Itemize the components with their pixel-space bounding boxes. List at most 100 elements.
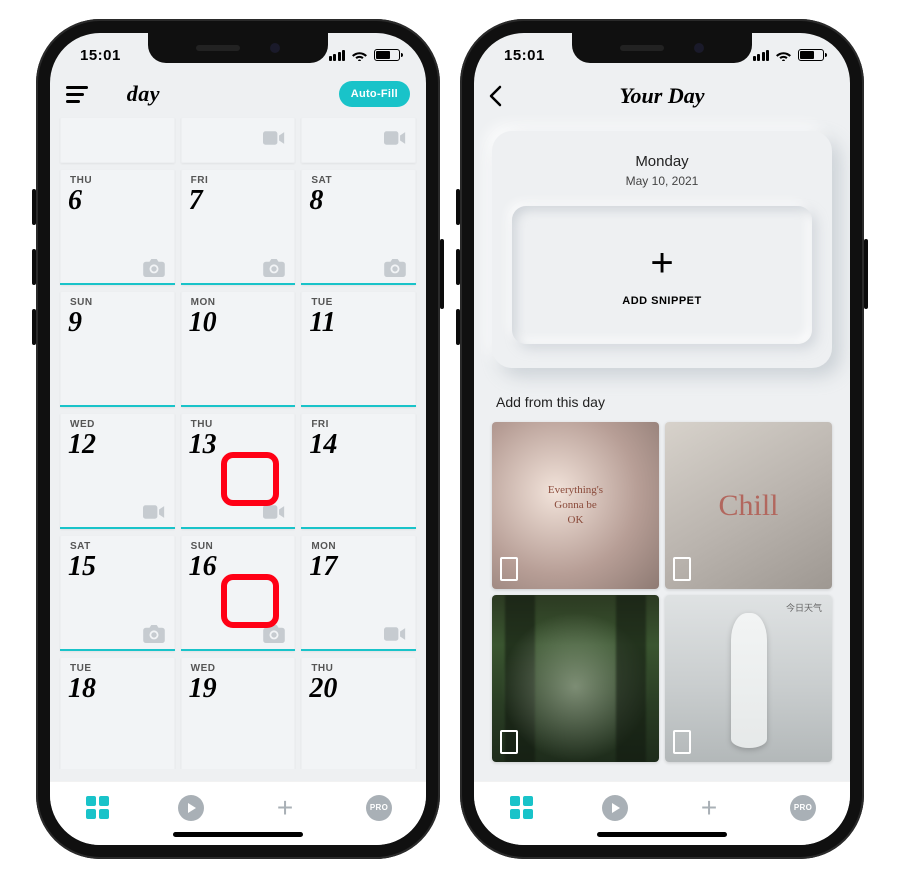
cell-underline	[301, 283, 416, 285]
autofill-button[interactable]: Auto-Fill	[339, 81, 410, 107]
phone-frame-right: 15:01 Your Day Monday May 10, 2021 + ADD…	[460, 19, 864, 859]
calendar-cell[interactable]: THU6	[60, 169, 175, 285]
video-icon	[263, 129, 285, 147]
thumbnail-1[interactable]: Everything's Gonna be OK	[492, 422, 659, 589]
calendar-cell[interactable]: FRI7	[181, 169, 296, 285]
camera-icon	[263, 259, 285, 277]
thumbnail-2[interactable]: Chill	[665, 422, 832, 589]
cell-day-number: 12	[68, 429, 96, 461]
app-brand: day	[127, 81, 160, 107]
calendar-cell[interactable]: SUN9	[60, 291, 175, 407]
status-time: 15:01	[504, 47, 545, 64]
cell-day-number: 6	[68, 185, 82, 217]
cell-underline	[301, 405, 416, 407]
cell-underline	[181, 527, 296, 529]
header-left: day Auto-Fill	[50, 77, 426, 117]
calendar-cell[interactable]: WED12	[60, 413, 175, 529]
cell-day-number: 14	[309, 429, 337, 461]
calendar-cell[interactable]: FRI14	[301, 413, 416, 529]
cell-day-number: 8	[309, 185, 323, 217]
add-snippet-label: ADD SNIPPET	[622, 295, 701, 307]
section-add-from-day: Add from this day	[496, 394, 828, 410]
calendar-cell[interactable]: THU13	[181, 413, 296, 529]
select-frame-icon	[500, 730, 518, 754]
calendar-cell[interactable]	[181, 117, 296, 163]
calendar-cell[interactable]: TUE11	[301, 291, 416, 407]
pro-badge-icon: PRO	[366, 795, 392, 821]
day-card: Monday May 10, 2021 + ADD SNIPPET	[492, 131, 832, 368]
cell-underline	[181, 405, 296, 407]
back-button[interactable]	[488, 85, 502, 107]
tab-add[interactable]: +	[269, 792, 301, 824]
thumbnail-4[interactable]: 今日天气	[665, 595, 832, 762]
grid-icon	[86, 796, 109, 819]
calendar-cell[interactable]: TUE18	[60, 657, 175, 769]
calendar-cell[interactable]: MON10	[181, 291, 296, 407]
select-frame-icon	[673, 730, 691, 754]
home-indicator[interactable]	[597, 832, 727, 837]
video-icon	[143, 503, 165, 521]
signal-icon	[753, 50, 770, 61]
pro-badge-icon: PRO	[790, 795, 816, 821]
cell-underline	[181, 649, 296, 651]
add-snippet-button[interactable]: + ADD SNIPPET	[512, 206, 812, 344]
header-right: Your Day	[474, 77, 850, 121]
day-weekday: Monday	[512, 153, 812, 170]
camera-icon	[263, 625, 285, 643]
notch	[572, 33, 752, 63]
camera-icon	[384, 259, 406, 277]
calendar-cell[interactable]: SAT8	[301, 169, 416, 285]
wifi-icon	[351, 49, 368, 61]
cell-day-number: 18	[68, 673, 96, 705]
calendar-cell[interactable]: WED19	[181, 657, 296, 769]
camera-icon	[143, 625, 165, 643]
cell-day-number: 11	[309, 307, 335, 339]
wifi-icon	[775, 49, 792, 61]
calendar-scroll[interactable]: THU6FRI7SAT8 SUN9MON10TUE11 WED12THU13FRI1…	[50, 117, 426, 769]
calendar-grid: THU6FRI7SAT8 SUN9MON10TUE11 WED12THU13FRI1…	[60, 117, 416, 769]
cell-day-number: 17	[309, 551, 337, 583]
day-full-date: May 10, 2021	[512, 174, 812, 188]
cell-underline	[60, 527, 175, 529]
calendar-cell[interactable]	[301, 117, 416, 163]
tab-play[interactable]	[599, 792, 631, 824]
thumbnail-4-caption: 今日天气	[786, 601, 822, 614]
screen-right: 15:01 Your Day Monday May 10, 2021 + ADD…	[474, 33, 850, 845]
cell-day-number: 15	[68, 551, 96, 583]
tab-pro[interactable]: PRO	[363, 792, 395, 824]
cell-underline	[301, 649, 416, 651]
cell-day-number: 7	[189, 185, 203, 217]
calendar-cell[interactable]: SUN16	[181, 535, 296, 651]
tab-add[interactable]: +	[693, 792, 725, 824]
status-icons	[329, 49, 401, 61]
video-icon	[384, 625, 406, 643]
phone-frame-left: 15:01 day Auto-Fill THU6FRI7SAT8SUN9MON1…	[36, 19, 440, 859]
tab-grid[interactable]	[505, 792, 537, 824]
cell-day-number: 10	[189, 307, 217, 339]
video-icon	[384, 129, 406, 147]
battery-icon	[374, 49, 400, 61]
calendar-cell[interactable]: SAT15	[60, 535, 175, 651]
calendar-cell[interactable]: THU20	[301, 657, 416, 769]
cell-underline	[301, 527, 416, 529]
notch	[148, 33, 328, 63]
status-icons	[753, 49, 825, 61]
calendar-cell[interactable]: MON17	[301, 535, 416, 651]
cell-day-number: 9	[68, 307, 82, 339]
tab-play[interactable]	[175, 792, 207, 824]
play-icon	[178, 795, 204, 821]
signal-icon	[329, 50, 346, 61]
home-indicator[interactable]	[173, 832, 303, 837]
tab-grid[interactable]	[81, 792, 113, 824]
calendar-cell[interactable]	[60, 117, 175, 163]
plus-icon: +	[650, 243, 673, 283]
thumbnail-3[interactable]	[492, 595, 659, 762]
menu-icon[interactable]	[66, 86, 88, 103]
camera-icon	[143, 259, 165, 277]
tab-pro[interactable]: PRO	[787, 792, 819, 824]
video-icon	[263, 503, 285, 521]
plus-icon: +	[277, 792, 293, 824]
media-thumbnails: Everything's Gonna be OK Chill 今日天气	[474, 422, 850, 762]
grid-icon	[510, 796, 533, 819]
select-frame-icon	[500, 557, 518, 581]
